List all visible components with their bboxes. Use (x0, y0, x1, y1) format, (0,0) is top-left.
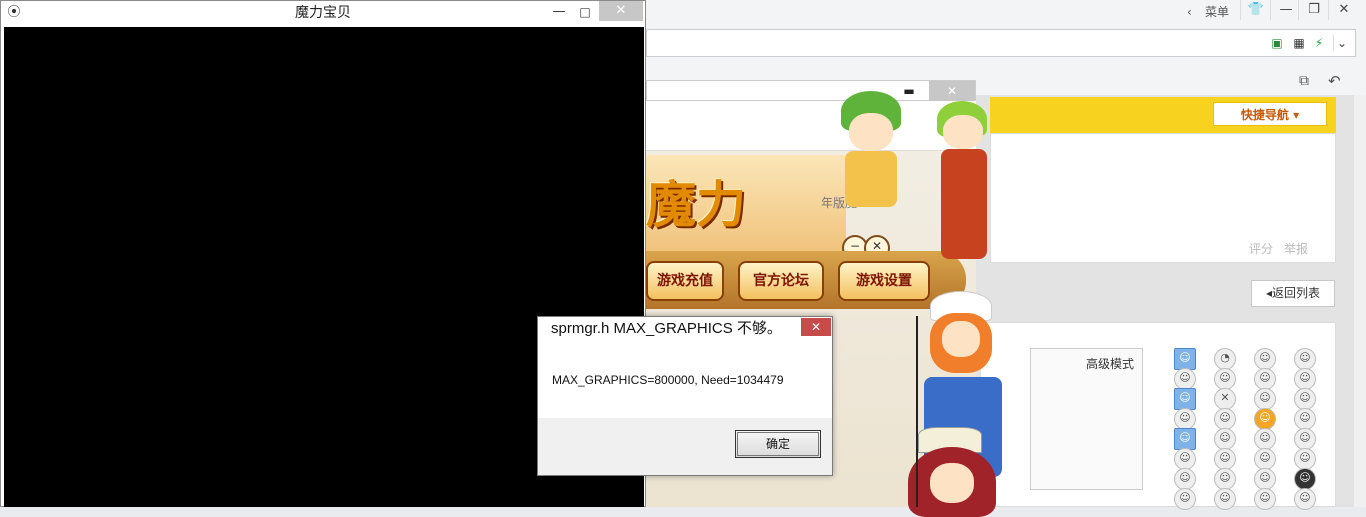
character-green-boy (831, 91, 911, 221)
browser-close-button[interactable]: ✕ (1328, 0, 1359, 20)
lightning-icon[interactable]: ⚡ (1311, 35, 1327, 51)
dialog-title: sprmgr.h MAX_GRAPHICS 不够。 (551, 320, 782, 337)
ok-button[interactable]: 确定 (735, 430, 821, 458)
emoji-icon[interactable]: ☺ (1294, 408, 1316, 430)
emoji-icon[interactable]: ☺ (1174, 428, 1196, 450)
skin-icon[interactable]: 👕 (1240, 0, 1271, 20)
close-button[interactable]: ✕ (599, 1, 643, 21)
window-icon[interactable]: ⧉ (1299, 73, 1309, 89)
emoji-icon[interactable]: ☺ (1214, 448, 1236, 470)
rate-link[interactable]: 评分 (1249, 240, 1273, 257)
launcher-close-button[interactable]: ✕ (929, 81, 975, 102)
emoji-icon[interactable]: ☺ (1294, 388, 1316, 410)
emoji-icon[interactable]: ☺ (1214, 428, 1236, 450)
emoji-icon[interactable]: ☺ (1214, 468, 1236, 490)
browser-restore-button[interactable]: ❐ (1298, 0, 1329, 20)
emoji-icon[interactable]: ☺ (1294, 368, 1316, 390)
game-logo: 魔力 (646, 176, 746, 234)
emoji-icon[interactable]: ☺ (1294, 348, 1316, 370)
emoji-icon[interactable]: ☺ (1174, 468, 1196, 490)
address-bar[interactable]: ▣ ▦ ⚡ ⌄ (646, 29, 1356, 57)
dialog-message: MAX_GRAPHICS=800000, Need=1034479 (552, 373, 784, 387)
chevron-down-icon[interactable]: ⌄ (1333, 35, 1350, 51)
post-panel: 评分 举报 (990, 133, 1336, 263)
character-red-hair (908, 427, 998, 517)
emoji-icon[interactable]: ☺ (1174, 388, 1196, 410)
launcher-button-ribbon: 游戏充值 官方论坛 游戏设置 (646, 251, 966, 309)
maximize-button[interactable]: □ (573, 3, 597, 23)
recharge-button[interactable]: 游戏充值 (646, 261, 724, 301)
emoji-icon[interactable]: ☺ (1174, 408, 1196, 430)
emoji-icon[interactable]: ☺ (1214, 408, 1236, 430)
calendar-icon[interactable]: ▣ (1269, 35, 1285, 51)
emoji-icon[interactable]: ☺ (1254, 368, 1276, 390)
qr-icon[interactable]: ▦ (1291, 35, 1307, 51)
game-titlebar: 魔力宝贝 ⦿ — □ ✕ (1, 1, 645, 26)
undo-icon[interactable]: ↶ (1328, 72, 1341, 90)
back-arrow[interactable]: ‹ (1187, 0, 1192, 24)
emoji-icon[interactable]: ☺ (1254, 408, 1276, 430)
forum-button[interactable]: 官方论坛 (738, 261, 824, 301)
error-dialog: sprmgr.h MAX_GRAPHICS 不够。 ✕ MAX_GRAPHICS… (537, 316, 833, 476)
launcher-top-panel (646, 101, 976, 151)
dialog-shadow-edge (916, 316, 918, 507)
emoji-icon[interactable]: ☺ (1254, 468, 1276, 490)
launcher-titlebar: ▬ ✕ (646, 80, 976, 102)
advanced-mode-link[interactable]: 高级模式 (1086, 355, 1134, 372)
emoji-icon[interactable]: ☺ (1214, 368, 1236, 390)
emoji-icon[interactable]: ✕ (1214, 388, 1236, 410)
dialog-titlebar: sprmgr.h MAX_GRAPHICS 不够。 ✕ (538, 317, 832, 341)
dialog-close-button[interactable]: ✕ (801, 318, 831, 336)
emoji-icon[interactable]: ☺ (1294, 448, 1316, 470)
page-scrollbar[interactable] (1354, 95, 1366, 507)
character-green-girl (931, 101, 1001, 271)
emoji-icon[interactable]: ☺ (1174, 368, 1196, 390)
emoji-icon[interactable]: ☺ (1294, 468, 1316, 490)
emoji-icon[interactable]: ☺ (1254, 428, 1276, 450)
emoji-icon[interactable]: ☺ (1254, 348, 1276, 370)
emoji-icon[interactable]: ☺ (1294, 428, 1316, 450)
emoji-icon[interactable]: ◔ (1214, 348, 1236, 370)
emoji-icon[interactable]: ☺ (1254, 388, 1276, 410)
emoji-icon[interactable]: ☺ (1174, 348, 1196, 370)
back-list-label: 返回列表 (1272, 286, 1321, 300)
editor-box[interactable]: 高级模式 (1030, 348, 1143, 490)
emoji-panel: ☺ ◔ ☺ ☺ ☺ ☺ ☺ ☺ ☺ ✕ ☺ ☺ ☺ ☺ ☺ ☺ ☺ ☺ ☺ ☺ … (1172, 348, 1342, 510)
emoji-icon[interactable]: ☺ (1254, 448, 1276, 470)
emoji-icon[interactable]: ☺ (1174, 448, 1196, 470)
menu-button[interactable]: 菜单 (1205, 0, 1229, 24)
minimize-button[interactable]: — (547, 3, 571, 23)
report-link[interactable]: 举报 (1284, 240, 1308, 257)
quick-nav-button[interactable]: 快捷导航 ▾ (1213, 102, 1327, 126)
settings-button[interactable]: 游戏设置 (838, 261, 930, 301)
back-to-list-button[interactable]: ◂返回列表 (1251, 280, 1335, 307)
app-icon[interactable]: ⦿ (5, 5, 23, 21)
browser-minimize-button[interactable]: — (1270, 0, 1301, 20)
